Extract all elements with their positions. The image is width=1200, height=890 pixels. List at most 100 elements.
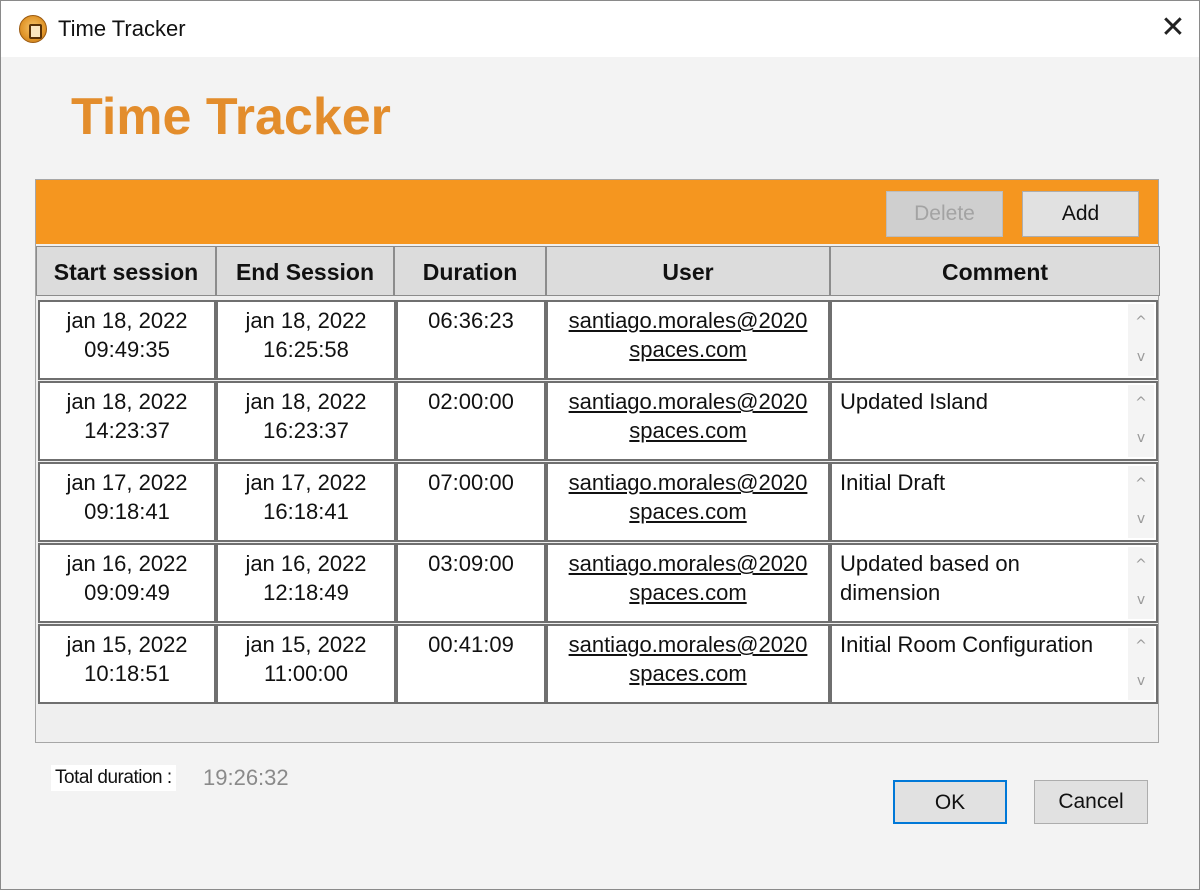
column-header-user[interactable]: User bbox=[546, 246, 830, 296]
end-session-cell-text: 16:25:58 bbox=[263, 337, 349, 362]
end-session-cell-text: 12:18:49 bbox=[263, 580, 349, 605]
start-session-cell: jan 18, 2022 09:49:35 bbox=[38, 300, 216, 380]
comment-cell[interactable]: Initial Room Configuration ^ v bbox=[830, 624, 1158, 704]
cancel-button[interactable]: Cancel bbox=[1034, 780, 1148, 824]
end-session-cell-text: jan 18, 2022 bbox=[245, 308, 367, 333]
user-email-link[interactable]: santiago.morales@2020 bbox=[548, 630, 828, 659]
duration-cell-text: 03:09:00 bbox=[428, 551, 514, 576]
table-row[interactable]: jan 15, 2022 10:18:51 jan 15, 2022 11:00:00… bbox=[38, 624, 1158, 704]
duration-cell: 02:00:00 bbox=[396, 381, 546, 461]
comment-scrollbar[interactable]: ^ v bbox=[1128, 628, 1154, 700]
end-session-cell-text: jan 18, 2022 bbox=[245, 389, 367, 414]
user-email-link[interactable]: santiago.morales@2020 bbox=[548, 549, 828, 578]
comment-cell[interactable]: Updated based on dimension ^ v bbox=[830, 543, 1158, 623]
scroll-down-icon[interactable]: v bbox=[1128, 424, 1154, 453]
user-email-link[interactable]: santiago.morales@2020 bbox=[548, 306, 828, 335]
start-session-cell-text: 10:18:51 bbox=[84, 661, 170, 686]
column-header-comment[interactable]: Comment bbox=[830, 246, 1160, 296]
duration-cell: 00:41:09 bbox=[396, 624, 546, 704]
scroll-down-icon[interactable]: v bbox=[1128, 667, 1154, 696]
start-session-cell-text: 09:18:41 bbox=[84, 499, 170, 524]
comment-cell-text: Initial Draft bbox=[840, 470, 946, 495]
scroll-down-icon[interactable]: v bbox=[1128, 586, 1154, 615]
comment-scrollbar[interactable]: ^ v bbox=[1128, 547, 1154, 619]
comment-scrollbar[interactable]: ^ v bbox=[1128, 466, 1154, 538]
start-session-cell-text: jan 18, 2022 bbox=[66, 308, 188, 333]
scroll-up-icon[interactable]: ^ bbox=[1128, 389, 1154, 418]
app-icon bbox=[19, 15, 47, 43]
user-email-link[interactable]: spaces.com bbox=[548, 578, 828, 607]
start-session-cell: jan 15, 2022 10:18:51 bbox=[38, 624, 216, 704]
total-duration-value: 19:26:32 bbox=[203, 765, 289, 790]
time-tracker-dialog: Time Tracker ✕ Time Tracker Delete Add S… bbox=[0, 0, 1200, 890]
column-header-end-session[interactable]: End Session bbox=[216, 246, 394, 296]
scroll-up-icon[interactable]: ^ bbox=[1128, 632, 1154, 661]
end-session-cell-text: jan 16, 2022 bbox=[245, 551, 367, 576]
start-session-cell: jan 18, 2022 14:23:37 bbox=[38, 381, 216, 461]
duration-cell-text: 00:41:09 bbox=[428, 632, 514, 657]
table-header: Start session End Session Duration User … bbox=[36, 244, 1160, 298]
comment-cell[interactable]: Updated Island ^ v bbox=[830, 381, 1158, 461]
user-email-link[interactable]: spaces.com bbox=[548, 497, 828, 526]
user-cell: santiago.morales@2020 spaces.com bbox=[546, 624, 830, 704]
scroll-up-icon[interactable]: ^ bbox=[1128, 551, 1154, 580]
close-icon[interactable]: ✕ bbox=[1151, 9, 1195, 49]
end-session-cell: jan 15, 2022 11:00:00 bbox=[216, 624, 396, 704]
comment-scrollbar[interactable]: ^ v bbox=[1128, 385, 1154, 457]
user-cell: santiago.morales@2020 spaces.com bbox=[546, 543, 830, 623]
end-session-cell-text: 11:00:00 bbox=[263, 661, 348, 686]
page-title: Time Tracker bbox=[71, 88, 391, 146]
start-session-cell: jan 16, 2022 09:09:49 bbox=[38, 543, 216, 623]
scroll-up-icon[interactable]: ^ bbox=[1128, 470, 1154, 499]
duration-cell: 07:00:00 bbox=[396, 462, 546, 542]
user-email-link[interactable]: santiago.morales@2020 bbox=[548, 468, 828, 497]
start-session-cell-text: jan 18, 2022 bbox=[66, 389, 188, 414]
start-session-cell-text: 14:23:37 bbox=[84, 418, 170, 443]
duration-cell-text: 02:00:00 bbox=[428, 389, 514, 414]
start-session-cell-text: 09:49:35 bbox=[84, 337, 170, 362]
table-row[interactable]: jan 17, 2022 09:18:41 jan 17, 2022 16:18:41… bbox=[38, 462, 1158, 542]
duration-cell-text: 07:00:00 bbox=[428, 470, 514, 495]
sessions-panel: Delete Add Start session End Session Dur… bbox=[35, 179, 1160, 743]
scroll-down-icon[interactable]: v bbox=[1128, 343, 1154, 372]
comment-cell-text: Initial Room Configuration bbox=[840, 632, 1094, 657]
start-session-cell-text: jan 15, 2022 bbox=[66, 632, 188, 657]
comment-cell-text: Updated based on bbox=[840, 551, 1020, 576]
scroll-down-icon[interactable]: v bbox=[1128, 505, 1154, 534]
duration-cell-text: 06:36:23 bbox=[428, 308, 514, 333]
start-session-cell-text: 09:09:49 bbox=[84, 580, 170, 605]
duration-cell: 03:09:00 bbox=[396, 543, 546, 623]
toolbar: Delete Add bbox=[36, 180, 1158, 244]
start-session-cell-text: jan 16, 2022 bbox=[66, 551, 188, 576]
user-email-link[interactable]: spaces.com bbox=[548, 659, 828, 688]
ok-button[interactable]: OK bbox=[893, 780, 1007, 824]
scroll-up-icon[interactable]: ^ bbox=[1128, 308, 1154, 337]
user-cell: santiago.morales@2020 spaces.com bbox=[546, 381, 830, 461]
comment-cell[interactable]: ^ v bbox=[830, 300, 1158, 380]
start-session-cell-text: jan 17, 2022 bbox=[66, 470, 188, 495]
delete-button[interactable]: Delete bbox=[886, 191, 1003, 237]
title-bar: Time Tracker ✕ bbox=[1, 1, 1199, 57]
start-session-cell: jan 17, 2022 09:18:41 bbox=[38, 462, 216, 542]
end-session-cell-text: jan 15, 2022 bbox=[245, 632, 367, 657]
comment-cell[interactable]: Initial Draft ^ v bbox=[830, 462, 1158, 542]
user-email-link[interactable]: santiago.morales@2020 bbox=[548, 387, 828, 416]
add-button[interactable]: Add bbox=[1022, 191, 1139, 237]
table-row[interactable]: jan 18, 2022 14:23:37 jan 18, 2022 16:23:37… bbox=[38, 381, 1158, 461]
end-session-cell-text: 16:23:37 bbox=[263, 418, 349, 443]
user-cell: santiago.morales@2020 spaces.com bbox=[546, 462, 830, 542]
window-title: Time Tracker bbox=[58, 16, 186, 41]
user-email-link[interactable]: spaces.com bbox=[548, 335, 828, 364]
column-header-start-session[interactable]: Start session bbox=[36, 246, 216, 296]
end-session-cell: jan 18, 2022 16:23:37 bbox=[216, 381, 396, 461]
end-session-cell: jan 17, 2022 16:18:41 bbox=[216, 462, 396, 542]
end-session-cell: jan 18, 2022 16:25:58 bbox=[216, 300, 396, 380]
end-session-cell: jan 16, 2022 12:18:49 bbox=[216, 543, 396, 623]
table-row[interactable]: jan 16, 2022 09:09:49 jan 16, 2022 12:18:49… bbox=[38, 543, 1158, 623]
user-email-link[interactable]: spaces.com bbox=[548, 416, 828, 445]
comment-scrollbar[interactable]: ^ v bbox=[1128, 304, 1154, 376]
end-session-cell-text: 16:18:41 bbox=[263, 499, 349, 524]
column-header-duration[interactable]: Duration bbox=[394, 246, 546, 296]
comment-cell-text: dimension bbox=[840, 580, 941, 605]
table-row[interactable]: jan 18, 2022 09:49:35 jan 18, 2022 16:25:58… bbox=[38, 300, 1158, 380]
